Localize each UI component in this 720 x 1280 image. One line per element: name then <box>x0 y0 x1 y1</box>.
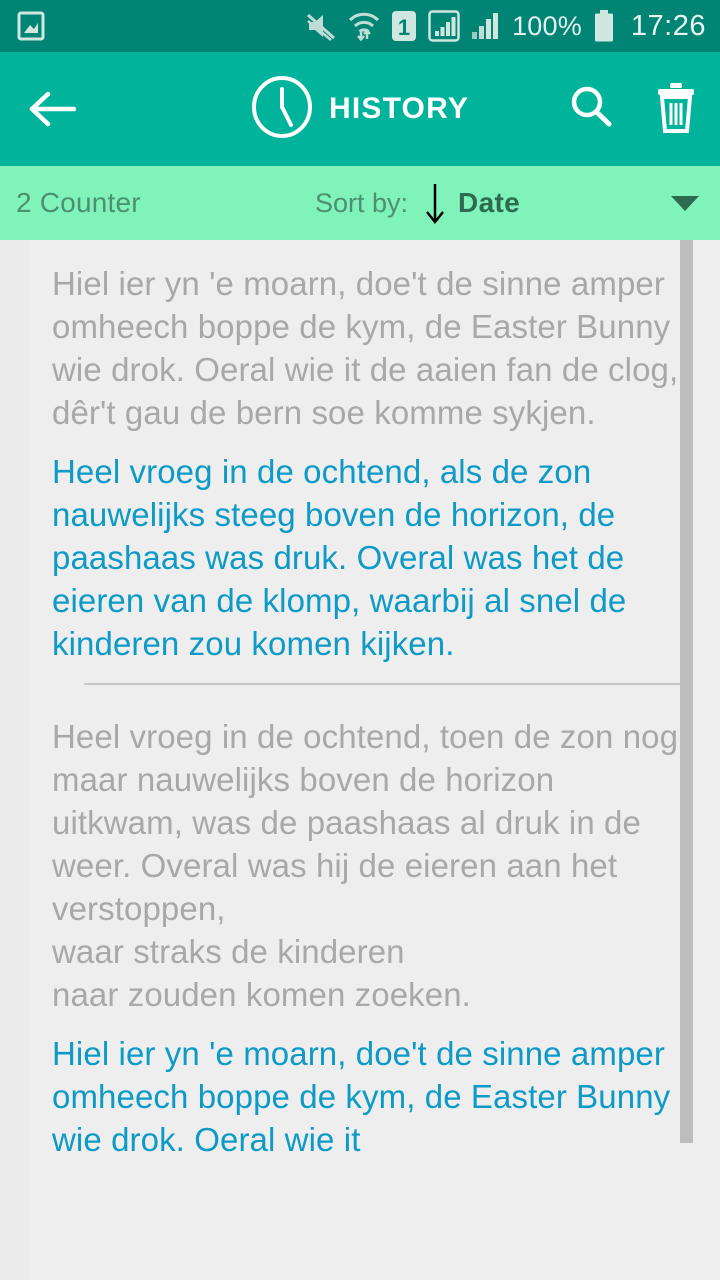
caret-down-icon[interactable] <box>668 191 702 215</box>
battery-percent-label: 100% <box>512 10 582 41</box>
image-icon <box>16 10 46 42</box>
page-title: HISTORY <box>328 92 470 125</box>
sort-value-label: Date <box>458 187 520 218</box>
sort-control[interactable]: Sort by: Date <box>315 180 520 226</box>
svg-text:1: 1 <box>398 15 410 40</box>
scrollbar-thumb[interactable] <box>680 240 693 1143</box>
history-list[interactable]: Hiel ier yn 'e moarn, doe't de sinne amp… <box>0 240 720 1280</box>
clock-icon <box>251 75 313 144</box>
history-screen: 1 100% 17:26 HISTORY 2 Counter Sort by: … <box>0 0 720 1280</box>
sim-1-icon: 1 <box>391 10 417 42</box>
wifi-icon <box>348 11 380 41</box>
search-icon <box>571 86 612 126</box>
list-item[interactable]: Heel vroeg in de ochtend, toen de zon no… <box>0 693 720 1169</box>
delete-button[interactable] <box>654 81 698 138</box>
sort-bar: 2 Counter Sort by: Date <box>0 166 720 240</box>
clock-label: 17:26 <box>630 9 706 42</box>
list-divider <box>84 683 690 685</box>
app-bar: HISTORY <box>0 52 720 166</box>
translated-text: Heel vroeg in de ochtend, als de zon nau… <box>52 453 627 662</box>
translated-text: Hiel ier yn 'e moarn, doe't de sinne amp… <box>52 1035 671 1158</box>
sort-by-label: Sort by: <box>315 187 409 218</box>
arrow-down-icon[interactable] <box>422 180 448 226</box>
status-bar-notifications <box>16 10 46 42</box>
battery-full-icon <box>593 10 615 42</box>
back-button[interactable] <box>24 81 80 137</box>
mute-icon <box>305 11 337 41</box>
counter-label: 2 Counter <box>16 187 141 218</box>
trash-icon <box>658 82 694 133</box>
source-text: Hiel ier yn 'e moarn, doe't de sinne amp… <box>52 265 679 431</box>
search-button[interactable] <box>568 84 614 135</box>
status-bar: 1 100% 17:26 <box>0 0 720 52</box>
list-item[interactable]: Hiel ier yn 'e moarn, doe't de sinne amp… <box>0 240 720 693</box>
source-text: Heel vroeg in de ochtend, toen de zon no… <box>52 718 679 1013</box>
app-bar-actions <box>568 81 698 138</box>
scrollbar[interactable] <box>680 240 693 1280</box>
back-arrow-icon <box>29 91 77 127</box>
signal-bars-icon <box>471 10 501 42</box>
status-bar-icons: 1 100% 17:26 <box>305 10 706 43</box>
signal-boxed-icon <box>428 10 460 42</box>
